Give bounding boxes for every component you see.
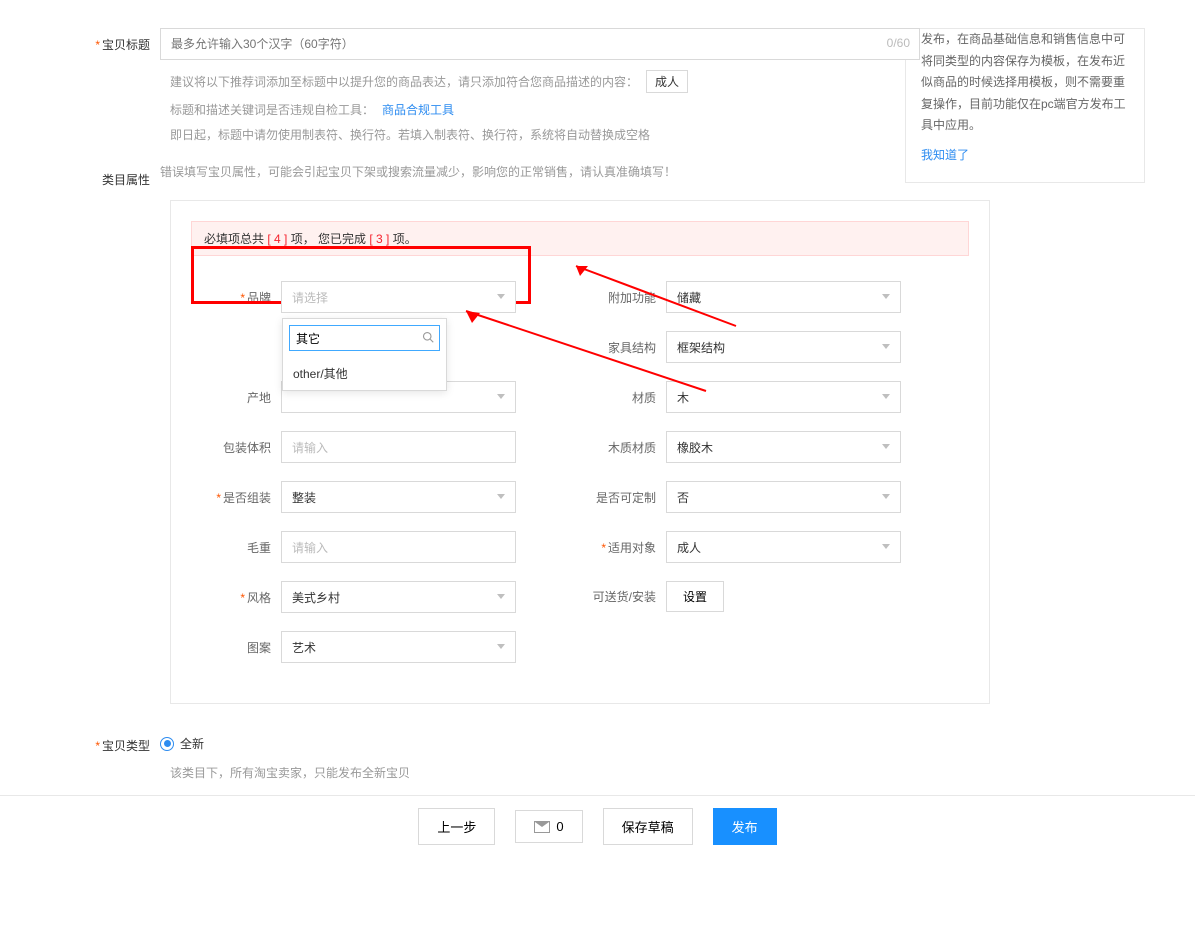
- chevron-down-icon: [882, 294, 890, 299]
- brand-dropdown: other/其他: [282, 318, 447, 391]
- delivery-label: 可送货/安装: [576, 588, 666, 605]
- title-input[interactable]: [160, 28, 920, 60]
- publish-button[interactable]: 发布: [713, 808, 777, 845]
- chevron-down-icon: [497, 644, 505, 649]
- chevron-down-icon: [497, 594, 505, 599]
- addfunc-label: 附加功能: [576, 289, 666, 306]
- attrs-label: 类目属性: [60, 163, 160, 188]
- brand-search-input[interactable]: [289, 325, 440, 351]
- chevron-down-icon: [497, 294, 505, 299]
- structure-select[interactable]: 框架结构: [666, 331, 901, 363]
- wood-label: 木质材质: [576, 439, 666, 456]
- style-select[interactable]: 美式乡村: [281, 581, 516, 613]
- title-label: *宝贝标题: [60, 28, 160, 53]
- title-char-count: 0/60: [887, 36, 910, 50]
- custom-label: 是否可定制: [576, 489, 666, 506]
- chevron-down-icon: [497, 394, 505, 399]
- chevron-down-icon: [882, 494, 890, 499]
- chevron-down-icon: [882, 444, 890, 449]
- pattern-label: 图案: [191, 639, 281, 656]
- material-label: 材质: [576, 389, 666, 406]
- compliance-tool-link[interactable]: 商品合规工具: [382, 101, 454, 118]
- mail-icon: [534, 821, 550, 833]
- pattern-select[interactable]: 艺术: [281, 631, 516, 663]
- structure-label: 家具结构: [576, 339, 666, 356]
- prev-button[interactable]: 上一步: [418, 808, 495, 845]
- mail-button[interactable]: 0: [515, 810, 582, 843]
- wood-select[interactable]: 橡胶木: [666, 431, 901, 463]
- footer-bar: 上一步 0 保存草稿 发布: [0, 795, 1195, 857]
- weight-input[interactable]: 请输入: [281, 531, 516, 563]
- info-text: 发布，在商品基础信息和销售信息中可将同类型的内容保存为模板，在发布近似商品的时候…: [921, 29, 1129, 137]
- brand-label: *品牌: [191, 289, 281, 306]
- pack-label: 包装体积: [191, 439, 281, 456]
- search-icon: [422, 331, 434, 343]
- pack-input[interactable]: 请输入: [281, 431, 516, 463]
- assembled-label: *是否组装: [191, 489, 281, 506]
- type-hint: 该类目下，所有淘宝卖家，只能发布全新宝贝: [170, 764, 1155, 781]
- target-select[interactable]: 成人: [666, 531, 901, 563]
- radio-icon: [160, 737, 174, 751]
- addfunc-select[interactable]: 储藏: [666, 281, 901, 313]
- info-dismiss-link[interactable]: 我知道了: [921, 145, 969, 167]
- required-banner: 必填项总共 [ 4 ] 项， 您已完成 [ 3 ] 项。: [191, 221, 969, 256]
- attrs-panel: 必填项总共 [ 4 ] 项， 您已完成 [ 3 ] 项。 *品牌 请选择: [170, 200, 990, 704]
- title-hint-keywords: 建议将以下推荐词添加至标题中以提升您的商品表达，请只添加符合您商品描述的内容： …: [170, 70, 930, 93]
- delivery-setup-button[interactable]: 设置: [666, 581, 724, 612]
- title-hint-chars: 即日起，标题中请勿使用制表符、换行符。若填入制表符、换行符，系统将自动替换成空格: [170, 126, 930, 143]
- type-label: *宝贝类型: [60, 729, 160, 754]
- brand-select[interactable]: 请选择 other/其他: [281, 281, 516, 313]
- chevron-down-icon: [882, 394, 890, 399]
- weight-label: 毛重: [191, 539, 281, 556]
- style-label: *风格: [191, 589, 281, 606]
- origin-label: 产地: [191, 389, 281, 406]
- suggest-tag[interactable]: 成人: [646, 70, 688, 93]
- chevron-down-icon: [882, 544, 890, 549]
- material-select[interactable]: 木: [666, 381, 901, 413]
- info-panel: 发布，在商品基础信息和销售信息中可将同类型的内容保存为模板，在发布近似商品的时候…: [905, 28, 1145, 183]
- type-radio-new[interactable]: 全新: [160, 735, 204, 752]
- chevron-down-icon: [497, 494, 505, 499]
- target-label: *适用对象: [576, 539, 666, 556]
- assembled-select[interactable]: 整装: [281, 481, 516, 513]
- chevron-down-icon: [882, 344, 890, 349]
- custom-select[interactable]: 否: [666, 481, 901, 513]
- title-hint-compliance: 标题和描述关键词是否违规自检工具： 商品合规工具: [170, 101, 930, 118]
- save-draft-button[interactable]: 保存草稿: [603, 808, 693, 845]
- brand-option-other[interactable]: other/其他: [283, 357, 446, 390]
